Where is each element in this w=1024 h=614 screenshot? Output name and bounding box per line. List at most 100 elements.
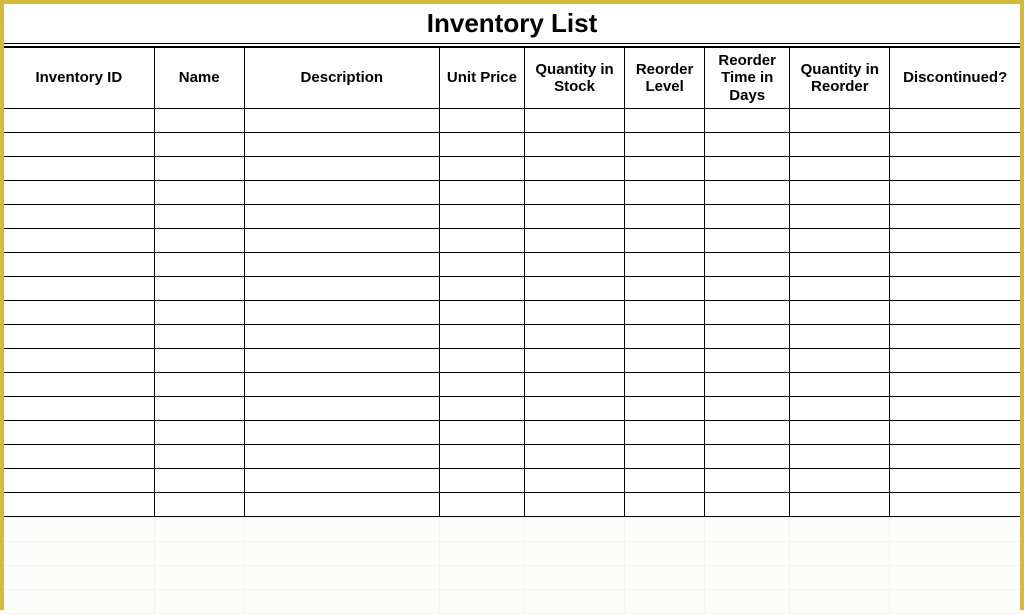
table-cell[interactable] (439, 372, 524, 396)
table-cell[interactable] (439, 132, 524, 156)
table-cell[interactable] (705, 372, 790, 396)
table-cell[interactable] (439, 444, 524, 468)
ghost-cell[interactable] (154, 517, 244, 541)
table-cell[interactable] (154, 396, 244, 420)
table-cell[interactable] (244, 372, 439, 396)
table-cell[interactable] (705, 252, 790, 276)
table-cell[interactable] (244, 420, 439, 444)
table-cell[interactable] (705, 420, 790, 444)
table-cell[interactable] (244, 276, 439, 300)
table-cell[interactable] (625, 492, 705, 516)
ghost-cell[interactable] (705, 565, 790, 589)
table-cell[interactable] (439, 348, 524, 372)
table-cell[interactable] (524, 324, 624, 348)
table-cell[interactable] (790, 324, 890, 348)
ghost-cell[interactable] (890, 565, 1020, 589)
table-cell[interactable] (439, 276, 524, 300)
table-cell[interactable] (890, 348, 1020, 372)
ghost-cell[interactable] (890, 541, 1020, 565)
table-cell[interactable] (890, 324, 1020, 348)
table-cell[interactable] (625, 420, 705, 444)
table-cell[interactable] (244, 492, 439, 516)
table-cell[interactable] (890, 204, 1020, 228)
table-cell[interactable] (890, 228, 1020, 252)
table-cell[interactable] (524, 492, 624, 516)
table-cell[interactable] (625, 204, 705, 228)
table-cell[interactable] (625, 396, 705, 420)
table-cell[interactable] (4, 348, 154, 372)
table-cell[interactable] (705, 468, 790, 492)
table-cell[interactable] (890, 108, 1020, 132)
table-cell[interactable] (4, 396, 154, 420)
table-cell[interactable] (890, 468, 1020, 492)
table-cell[interactable] (524, 468, 624, 492)
table-cell[interactable] (4, 492, 154, 516)
table-cell[interactable] (705, 132, 790, 156)
table-cell[interactable] (4, 420, 154, 444)
table-cell[interactable] (244, 180, 439, 204)
table-cell[interactable] (625, 252, 705, 276)
table-cell[interactable] (154, 324, 244, 348)
table-cell[interactable] (244, 396, 439, 420)
table-cell[interactable] (524, 348, 624, 372)
table-cell[interactable] (439, 324, 524, 348)
table-cell[interactable] (790, 300, 890, 324)
table-cell[interactable] (244, 228, 439, 252)
table-cell[interactable] (524, 276, 624, 300)
table-cell[interactable] (4, 156, 154, 180)
table-cell[interactable] (4, 324, 154, 348)
table-cell[interactable] (4, 180, 154, 204)
table-cell[interactable] (439, 252, 524, 276)
table-cell[interactable] (790, 132, 890, 156)
table-cell[interactable] (705, 492, 790, 516)
table-cell[interactable] (705, 444, 790, 468)
table-cell[interactable] (244, 468, 439, 492)
ghost-cell[interactable] (244, 541, 439, 565)
table-cell[interactable] (625, 324, 705, 348)
table-cell[interactable] (625, 276, 705, 300)
table-cell[interactable] (244, 132, 439, 156)
table-cell[interactable] (705, 204, 790, 228)
table-cell[interactable] (625, 180, 705, 204)
ghost-cell[interactable] (524, 541, 624, 565)
table-cell[interactable] (705, 324, 790, 348)
ghost-cell[interactable] (705, 541, 790, 565)
table-cell[interactable] (890, 420, 1020, 444)
table-cell[interactable] (790, 252, 890, 276)
table-cell[interactable] (439, 420, 524, 444)
table-cell[interactable] (244, 324, 439, 348)
table-cell[interactable] (524, 252, 624, 276)
table-cell[interactable] (625, 300, 705, 324)
table-cell[interactable] (890, 180, 1020, 204)
table-cell[interactable] (790, 204, 890, 228)
table-cell[interactable] (524, 228, 624, 252)
table-cell[interactable] (244, 252, 439, 276)
table-cell[interactable] (524, 180, 624, 204)
table-cell[interactable] (154, 156, 244, 180)
table-cell[interactable] (4, 276, 154, 300)
table-cell[interactable] (890, 156, 1020, 180)
table-cell[interactable] (790, 348, 890, 372)
table-cell[interactable] (439, 300, 524, 324)
table-cell[interactable] (154, 492, 244, 516)
table-cell[interactable] (244, 444, 439, 468)
table-cell[interactable] (524, 420, 624, 444)
table-cell[interactable] (790, 180, 890, 204)
ghost-cell[interactable] (524, 517, 624, 541)
table-cell[interactable] (625, 372, 705, 396)
ghost-cell[interactable] (439, 565, 524, 589)
ghost-cell[interactable] (244, 517, 439, 541)
table-cell[interactable] (705, 180, 790, 204)
ghost-cell[interactable] (705, 517, 790, 541)
table-cell[interactable] (625, 444, 705, 468)
table-cell[interactable] (790, 156, 890, 180)
table-cell[interactable] (244, 108, 439, 132)
table-cell[interactable] (154, 132, 244, 156)
table-cell[interactable] (705, 396, 790, 420)
table-cell[interactable] (625, 156, 705, 180)
ghost-cell[interactable] (439, 517, 524, 541)
table-cell[interactable] (705, 108, 790, 132)
ghost-cell[interactable] (625, 565, 705, 589)
table-cell[interactable] (244, 348, 439, 372)
table-cell[interactable] (790, 396, 890, 420)
